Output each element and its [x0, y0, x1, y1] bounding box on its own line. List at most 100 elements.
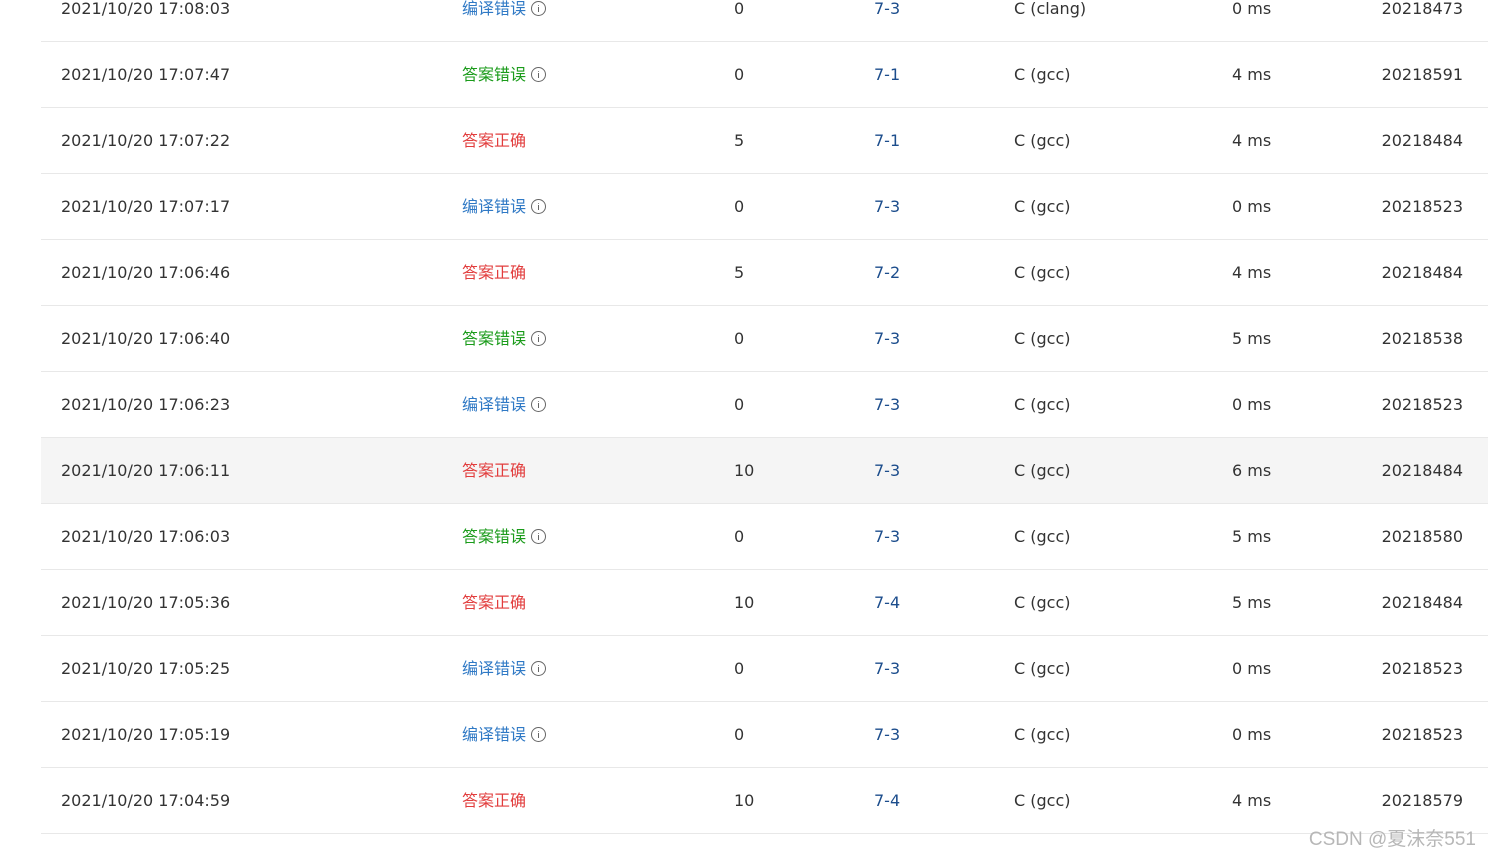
table-row: 2021/10/20 17:08:03 编译错误 0 7-3 C (clang)… — [41, 0, 1488, 42]
status-label[interactable]: 答案错误 — [462, 306, 526, 371]
info-icon[interactable] — [531, 1, 547, 16]
compiler: C (clang) — [1014, 0, 1087, 18]
problem-link[interactable]: 7-3 — [874, 504, 900, 569]
score: 0 — [734, 197, 745, 216]
problem-link[interactable]: 7-3 — [874, 438, 900, 503]
status-label[interactable]: 编译错误 — [462, 702, 526, 767]
run-time: 4 ms — [1232, 65, 1272, 84]
status-label[interactable]: 答案正确 — [462, 570, 526, 635]
status-cell: 答案错误 — [462, 42, 547, 107]
info-icon[interactable] — [531, 67, 547, 82]
compiler: C (gcc) — [1014, 791, 1071, 810]
user-id: 20218473 — [1381, 0, 1463, 18]
status-label[interactable]: 编译错误 — [462, 372, 526, 437]
user-id: 20218591 — [1381, 65, 1463, 84]
status-cell: 编译错误 — [462, 0, 547, 41]
user-id: 20218484 — [1381, 461, 1463, 480]
table-row: 2021/10/20 17:05:36 答案正确 10 7-4 C (gcc) … — [41, 570, 1488, 636]
run-time: 0 ms — [1232, 197, 1272, 216]
compiler: C (gcc) — [1014, 197, 1071, 216]
score: 10 — [734, 461, 755, 480]
submissions-table: 2021/10/20 17:08:03 编译错误 0 7-3 C (clang)… — [41, 0, 1488, 834]
submit-time: 2021/10/20 17:06:03 — [61, 527, 231, 546]
compiler: C (gcc) — [1014, 329, 1071, 348]
status-label[interactable]: 编译错误 — [462, 174, 526, 239]
status-label[interactable]: 编译错误 — [462, 0, 526, 41]
status-label[interactable]: 答案错误 — [462, 504, 526, 569]
info-icon[interactable] — [531, 397, 547, 412]
status-label[interactable]: 答案正确 — [462, 438, 526, 503]
info-icon[interactable] — [531, 661, 547, 676]
user-id: 20218523 — [1381, 197, 1463, 216]
status-cell: 答案正确 — [462, 108, 526, 173]
problem-link[interactable]: 7-3 — [874, 702, 900, 767]
problem-link[interactable]: 7-3 — [874, 306, 900, 371]
submit-time: 2021/10/20 17:06:11 — [61, 461, 231, 480]
status-label[interactable]: 答案错误 — [462, 42, 526, 107]
problem-link[interactable]: 7-1 — [874, 42, 900, 107]
status-label[interactable]: 答案正确 — [462, 768, 526, 833]
score: 0 — [734, 0, 745, 18]
table-row: 2021/10/20 17:07:17 编译错误 0 7-3 C (gcc) 0… — [41, 174, 1488, 240]
table-row: 2021/10/20 17:06:23 编译错误 0 7-3 C (gcc) 0… — [41, 372, 1488, 438]
status-cell: 答案正确 — [462, 570, 526, 635]
run-time: 0 ms — [1232, 659, 1272, 678]
submit-time: 2021/10/20 17:06:46 — [61, 263, 231, 282]
info-icon[interactable] — [531, 199, 547, 214]
score: 10 — [734, 791, 755, 810]
run-time: 5 ms — [1232, 527, 1272, 546]
score: 0 — [734, 659, 745, 678]
submit-time: 2021/10/20 17:04:59 — [61, 791, 231, 810]
submit-time: 2021/10/20 17:05:36 — [61, 593, 231, 612]
info-icon[interactable] — [531, 331, 547, 346]
run-time: 6 ms — [1232, 461, 1272, 480]
run-time: 4 ms — [1232, 791, 1272, 810]
compiler: C (gcc) — [1014, 131, 1071, 150]
info-icon[interactable] — [531, 727, 547, 742]
score: 0 — [734, 65, 745, 84]
table-row: 2021/10/20 17:06:11 答案正确 10 7-3 C (gcc) … — [41, 438, 1488, 504]
user-id: 20218523 — [1381, 659, 1463, 678]
problem-link[interactable]: 7-3 — [874, 0, 900, 41]
score: 0 — [734, 329, 745, 348]
score: 0 — [734, 395, 745, 414]
run-time: 5 ms — [1232, 329, 1272, 348]
run-time: 5 ms — [1232, 593, 1272, 612]
score: 5 — [734, 131, 745, 150]
user-id: 20218523 — [1381, 395, 1463, 414]
table-row: 2021/10/20 17:04:59 答案正确 10 7-4 C (gcc) … — [41, 768, 1488, 834]
problem-link[interactable]: 7-3 — [874, 372, 900, 437]
run-time: 0 ms — [1232, 725, 1272, 744]
status-label[interactable]: 答案正确 — [462, 240, 526, 305]
problem-link[interactable]: 7-1 — [874, 108, 900, 173]
submit-time: 2021/10/20 17:05:25 — [61, 659, 231, 678]
status-cell: 答案正确 — [462, 768, 526, 833]
table-row: 2021/10/20 17:06:03 答案错误 0 7-3 C (gcc) 5… — [41, 504, 1488, 570]
problem-link[interactable]: 7-3 — [874, 636, 900, 701]
status-label[interactable]: 编译错误 — [462, 636, 526, 701]
submit-time: 2021/10/20 17:06:23 — [61, 395, 231, 414]
user-id: 20218484 — [1381, 263, 1463, 282]
table-row: 2021/10/20 17:07:22 答案正确 5 7-1 C (gcc) 4… — [41, 108, 1488, 174]
score: 5 — [734, 263, 745, 282]
info-icon[interactable] — [531, 529, 547, 544]
compiler: C (gcc) — [1014, 593, 1071, 612]
submit-time: 2021/10/20 17:08:03 — [61, 0, 231, 18]
status-cell: 编译错误 — [462, 372, 547, 437]
submit-time: 2021/10/20 17:07:17 — [61, 197, 231, 216]
problem-link[interactable]: 7-4 — [874, 768, 900, 833]
table-row: 2021/10/20 17:07:47 答案错误 0 7-1 C (gcc) 4… — [41, 42, 1488, 108]
table-row: 2021/10/20 17:05:25 编译错误 0 7-3 C (gcc) 0… — [41, 636, 1488, 702]
score: 0 — [734, 527, 745, 546]
compiler: C (gcc) — [1014, 395, 1071, 414]
run-time: 4 ms — [1232, 263, 1272, 282]
problem-link[interactable]: 7-3 — [874, 174, 900, 239]
score: 10 — [734, 593, 755, 612]
problem-link[interactable]: 7-4 — [874, 570, 900, 635]
problem-link[interactable]: 7-2 — [874, 240, 900, 305]
compiler: C (gcc) — [1014, 725, 1071, 744]
table-row: 2021/10/20 17:06:40 答案错误 0 7-3 C (gcc) 5… — [41, 306, 1488, 372]
status-cell: 编译错误 — [462, 636, 547, 701]
status-label[interactable]: 答案正确 — [462, 108, 526, 173]
user-id: 20218580 — [1381, 527, 1463, 546]
